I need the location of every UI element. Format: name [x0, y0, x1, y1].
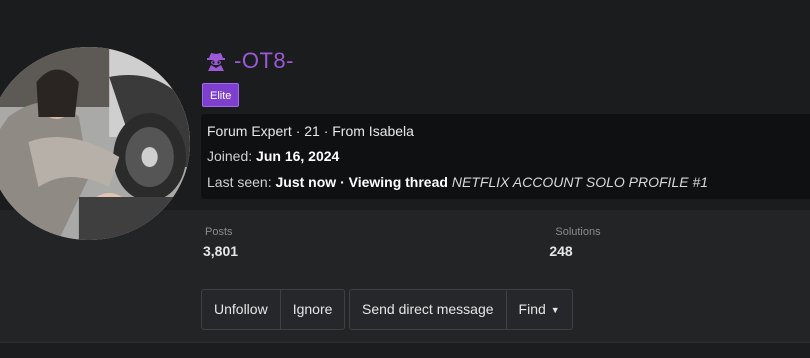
send-direct-message-button[interactable]: Send direct message: [350, 290, 507, 329]
find-menu-button[interactable]: Find ▼: [507, 290, 572, 329]
profile-info-box: Forum Expert · 21 · From Isabela Joined:…: [201, 114, 810, 199]
posts-stat[interactable]: Posts 3,801: [203, 226, 238, 259]
username[interactable]: -OT8-: [234, 48, 294, 74]
spy-icon: [205, 50, 227, 72]
solutions-value[interactable]: 248: [511, 243, 611, 259]
solutions-label: Solutions: [555, 226, 601, 238]
activity-label: · Viewing thread: [340, 174, 448, 190]
caret-down-icon: ▼: [550, 304, 560, 315]
profile-page: -OT8- Elite Forum Expert · 21 · From Isa…: [0, 0, 810, 358]
thread-link[interactable]: NETFLIX ACCOUNT SOLO PROFILE #1: [452, 174, 708, 190]
last-seen-value: Just now: [275, 174, 337, 190]
user-rank-badge: Elite: [202, 83, 240, 107]
unfollow-button[interactable]: Unfollow: [202, 290, 281, 329]
posts-label: Posts: [205, 226, 233, 238]
ignore-button[interactable]: Ignore: [281, 290, 345, 329]
posts-value[interactable]: 3,801: [203, 243, 238, 259]
last-seen-label: Last seen:: [207, 174, 272, 190]
user-title-line: Forum Expert · 21 · From Isabela: [207, 123, 414, 139]
solutions-stat[interactable]: Solutions 248: [545, 226, 611, 259]
joined-line: Joined: Jun 16, 2024: [207, 148, 339, 164]
joined-date: Jun 16, 2024: [256, 148, 340, 164]
follow-ignore-group: Unfollow Ignore: [201, 289, 346, 330]
joined-label: Joined:: [207, 148, 253, 164]
username-row: -OT8-: [205, 48, 294, 74]
message-find-group: Send direct message Find ▼: [349, 289, 573, 330]
last-seen-line: Last seen: Just now · Viewing thread NET…: [207, 174, 708, 190]
find-label: Find: [518, 301, 546, 317]
profile-footer-divider: [0, 342, 810, 358]
